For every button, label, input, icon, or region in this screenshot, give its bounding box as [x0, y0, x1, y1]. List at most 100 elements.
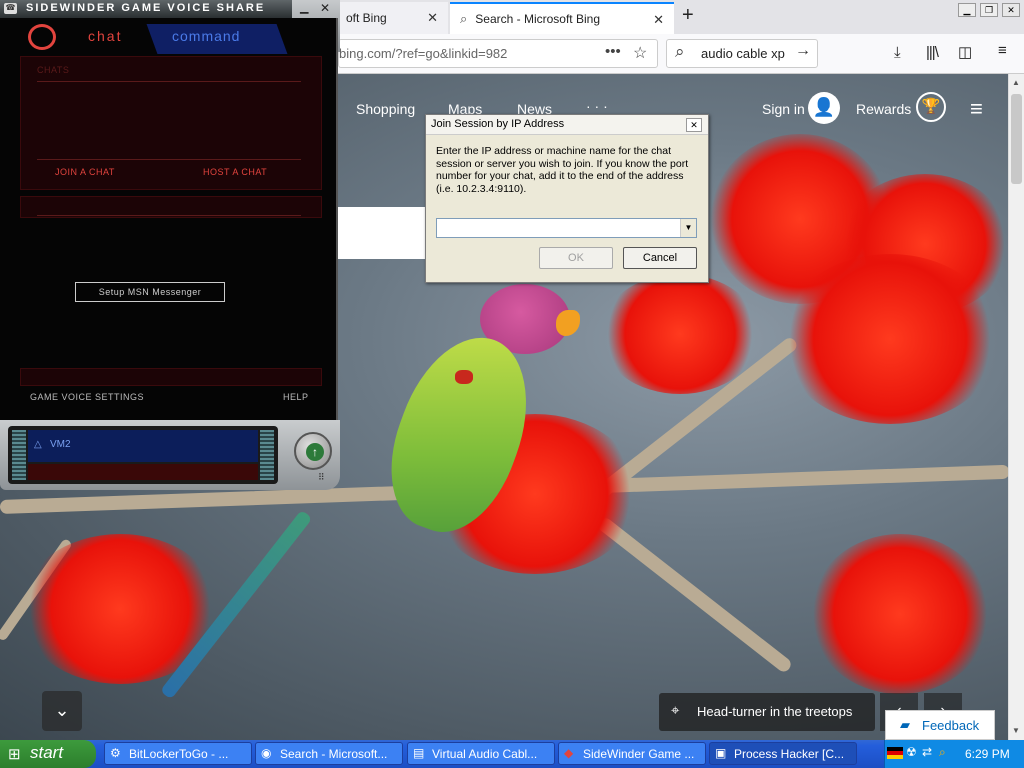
- help-link[interactable]: HELP: [283, 392, 309, 402]
- task-label: Search - Microsoft...: [280, 747, 388, 761]
- dropdown-arrow-icon[interactable]: ▼: [680, 219, 696, 237]
- game-voice-settings-link[interactable]: GAME VOICE SETTINGS: [30, 392, 144, 402]
- resize-grip-icon[interactable]: ⠿: [318, 472, 325, 483]
- feedback-icon: ▰: [900, 717, 910, 732]
- firefox-icon: ◉: [261, 746, 272, 760]
- scroll-down-icon[interactable]: ▼: [1012, 726, 1020, 735]
- more-actions-icon[interactable]: •••: [605, 43, 621, 60]
- nav-more[interactable]: · · ·: [586, 98, 608, 114]
- level-meter: [260, 430, 274, 480]
- red-flower: [780, 254, 1000, 424]
- chat-logo-icon: [28, 24, 56, 50]
- divider: [37, 81, 301, 82]
- channel-display: △ VM2: [8, 426, 278, 484]
- minimize-icon[interactable]: ▁: [958, 3, 976, 17]
- language-flag-icon[interactable]: [887, 747, 903, 759]
- tab-bing-search[interactable]: ⌕ Search - Microsoft Bing ✕: [450, 2, 674, 34]
- dialog-message: Enter the IP address or machine name for…: [436, 145, 689, 195]
- search-text: audio cable xp: [701, 46, 785, 61]
- url-bar[interactable]: bing.com/?ref=go&linkid=982 ••• ☆: [338, 39, 658, 68]
- downloads-icon[interactable]: ⤓: [894, 44, 901, 61]
- caption-text: Head-turner in the treetops: [697, 704, 853, 719]
- minimize-icon[interactable]: ▁: [300, 1, 308, 14]
- search-box-fragment[interactable]: [336, 207, 426, 259]
- cancel-button[interactable]: Cancel: [623, 247, 697, 269]
- search-icon: ⌕: [675, 42, 685, 61]
- windows-logo-icon: ⊞: [8, 746, 21, 763]
- host-chat-button[interactable]: HOST A CHAT: [203, 167, 267, 177]
- ok-button[interactable]: OK: [539, 247, 613, 269]
- join-session-dialog: Join Session by IP Address ✕ Enter the I…: [425, 114, 709, 283]
- sidewinder-window: SIDEWINDER GAME VOICE SHARE ☎ ▁ ✕ chat c…: [0, 0, 340, 490]
- network-icon[interactable]: ⇄: [922, 745, 932, 759]
- close-window-icon[interactable]: ✕: [1002, 3, 1020, 17]
- start-label: start: [30, 743, 64, 762]
- channel-row-empty[interactable]: [28, 464, 258, 480]
- clock[interactable]: 6:29 PM: [965, 747, 1010, 761]
- task-label: Virtual Audio Cabl...: [432, 747, 538, 761]
- up-arrow-icon: ↑: [306, 443, 324, 461]
- search-tray-icon[interactable]: ⌕: [939, 745, 946, 760]
- tab-bing-previous[interactable]: oft Bing ✕: [336, 2, 448, 34]
- close-icon[interactable]: ✕: [686, 118, 702, 132]
- divider: [37, 215, 301, 216]
- task-label: SideWinder Game ...: [583, 747, 695, 761]
- bookmark-star-icon[interactable]: ☆: [633, 43, 647, 63]
- go-arrow-icon[interactable]: →: [795, 42, 811, 60]
- scroll-up-icon[interactable]: ▲: [1012, 78, 1020, 87]
- location-pin-icon: ⌖: [671, 702, 680, 719]
- bitlocker-icon: ⚙: [110, 746, 121, 760]
- rewards-trophy-icon[interactable]: 🏆: [916, 92, 946, 122]
- task-sidewinder[interactable]: ◆ SideWinder Game ...: [558, 742, 706, 765]
- start-button[interactable]: ⊞ start: [0, 740, 96, 768]
- task-label: BitLockerToGo - ...: [129, 747, 229, 761]
- parrot-shoulder-patch: [455, 370, 473, 384]
- task-bitlocker[interactable]: ⚙ BitLockerToGo - ...: [104, 742, 252, 765]
- parrot-beak: [556, 310, 580, 336]
- setup-msn-button[interactable]: Setup MSN Messenger: [75, 282, 225, 302]
- sidewinder-title: SIDEWINDER GAME VOICE SHARE: [0, 0, 292, 18]
- search-field[interactable]: ⌕ audio cable xp →: [666, 39, 818, 68]
- task-firefox[interactable]: ◉ Search - Microsoft...: [255, 742, 403, 765]
- sidebar-icon[interactable]: ◫: [958, 43, 972, 61]
- divider: [37, 159, 301, 160]
- chats-panel: CHATS JOIN A CHAT HOST A CHAT: [20, 56, 322, 190]
- audio-cable-icon: ▤: [413, 746, 425, 760]
- tab-chat[interactable]: chat: [88, 28, 122, 44]
- vertical-scrollbar[interactable]: ▲ ▼: [1008, 74, 1024, 740]
- scrollbar-thumb[interactable]: [1011, 94, 1022, 184]
- sign-in-link[interactable]: Sign in: [762, 101, 805, 117]
- user-avatar-icon[interactable]: 👤: [808, 92, 840, 124]
- lower-panel: [20, 368, 322, 386]
- feedback-button[interactable]: ▰ Feedback: [885, 710, 995, 740]
- restore-icon[interactable]: ❐: [980, 3, 998, 17]
- task-virtual-audio-cable[interactable]: ▤ Virtual Audio Cabl...: [407, 742, 555, 765]
- tab-command[interactable]: command: [172, 28, 240, 44]
- close-icon[interactable]: ✕: [653, 12, 664, 28]
- address-combobox[interactable]: ▼: [436, 218, 697, 238]
- join-chat-button[interactable]: JOIN A CHAT: [55, 167, 115, 177]
- library-icon[interactable]: |||\: [926, 44, 939, 61]
- nav-shopping[interactable]: Shopping: [356, 101, 415, 117]
- chats-label: CHATS: [37, 65, 70, 75]
- rewards-link[interactable]: Rewards: [856, 101, 911, 117]
- process-hacker-icon: ▣: [715, 746, 727, 760]
- menu-icon[interactable]: ≡: [998, 42, 1007, 59]
- dialog-title: Join Session by IP Address: [426, 115, 708, 135]
- hamburger-menu-icon[interactable]: ≡: [970, 96, 983, 122]
- new-tab-button[interactable]: +: [682, 4, 694, 27]
- task-process-hacker[interactable]: ▣ Process Hacker [C...: [709, 742, 857, 765]
- upload-button[interactable]: ↑: [294, 432, 332, 470]
- sidewinder-icon: ◆: [564, 746, 574, 760]
- chevron-down-icon[interactable]: ⌄: [42, 691, 82, 731]
- status-panel: [20, 196, 322, 218]
- tray-app-icon[interactable]: ☢: [906, 745, 917, 759]
- system-tray: ☢ ⇄ ⌕ 6:29 PM: [884, 740, 1024, 768]
- channel-row[interactable]: △ VM2: [28, 430, 258, 462]
- channel-name: VM2: [50, 439, 71, 450]
- image-caption[interactable]: ⌖ Head-turner in the treetops: [659, 693, 875, 731]
- close-icon[interactable]: ✕: [427, 10, 438, 26]
- close-icon[interactable]: ✕: [320, 1, 330, 15]
- sidewinder-control-bar: △ VM2 ↑ ⠿: [0, 420, 340, 490]
- feedback-label: Feedback: [922, 718, 980, 733]
